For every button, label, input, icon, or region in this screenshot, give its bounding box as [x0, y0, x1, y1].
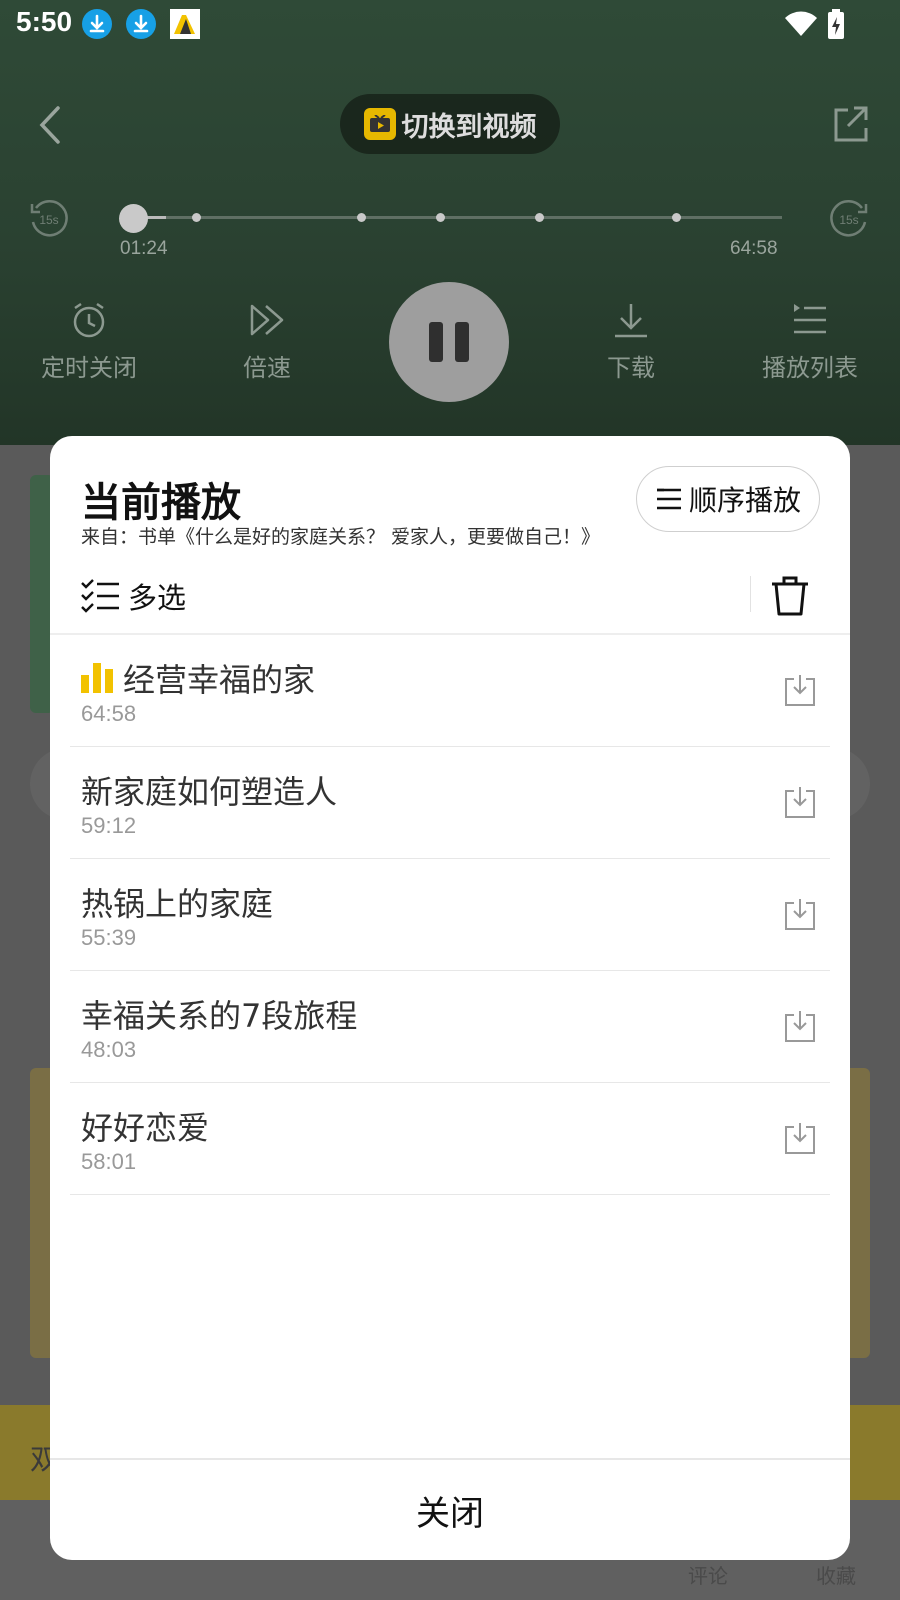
download-icon[interactable]: [783, 897, 817, 931]
now-playing-icon: [81, 663, 113, 693]
close-button[interactable]: 关闭: [50, 1460, 850, 1560]
switch-to-video-button[interactable]: 切换到视频: [340, 94, 560, 154]
chapter-marker: [672, 213, 681, 222]
playlist-source: 来自：书单《什么是好的家庭关系？ 爱家人，更要做自己！》: [81, 526, 601, 548]
comment-label: 评论: [688, 1566, 728, 1588]
download-icon[interactable]: [783, 1009, 817, 1043]
pause-icon: [455, 322, 469, 362]
share-icon[interactable]: [830, 104, 870, 144]
play-order-button[interactable]: 顺序播放: [636, 466, 820, 532]
wifi-icon: [785, 11, 817, 36]
track-duration: 59:12: [81, 813, 137, 838]
sleep-timer-label: 定时关闭: [41, 354, 137, 382]
playlist-sheet: 当前播放 来自：书单《什么是好的家庭关系？ 爱家人，更要做自己！》 顺序播放 多…: [50, 436, 850, 1560]
multi-select-button[interactable]: 多选: [80, 574, 186, 618]
rewind-15s-icon[interactable]: 15s: [26, 196, 72, 242]
play-order-label: 顺序播放: [688, 484, 801, 517]
progress-knob[interactable]: [119, 204, 148, 233]
pause-button[interactable]: [389, 282, 509, 402]
current-time: 01:24: [120, 238, 168, 259]
download-notification-icon: [82, 9, 112, 39]
back-arrow-icon[interactable]: [34, 100, 70, 150]
total-time: 64:58: [730, 238, 778, 259]
playlist-item[interactable]: 幸福关系的7段旅程 48:03: [70, 971, 830, 1083]
chapter-marker: [436, 213, 445, 222]
playlist-label: 播放列表: [762, 354, 858, 382]
playlist-item-title: 经营幸福的家: [81, 655, 315, 701]
status-time: 5:50: [16, 6, 73, 37]
multi-select-label: 多选: [128, 581, 187, 615]
tv-icon: [363, 108, 396, 140]
download-notification-icon: [126, 9, 156, 39]
alarm-clock-icon: [73, 302, 105, 338]
download-icon: [615, 304, 647, 338]
track-title: 热锅上的家庭: [81, 885, 274, 923]
fast-forward-icon: [250, 304, 284, 336]
sleep-timer-button[interactable]: 定时关闭: [19, 300, 159, 383]
track-title: 好好恋爱: [81, 1109, 210, 1147]
download-label: 下载: [607, 354, 655, 382]
forward-15s-icon[interactable]: 15s: [826, 196, 872, 242]
pause-icon: [429, 322, 443, 362]
battery-icon: [828, 9, 844, 39]
chapter-marker: [192, 213, 201, 222]
trash-icon[interactable]: [768, 572, 812, 618]
forward-label: 15s: [839, 213, 858, 227]
switch-to-video-label: 切换到视频: [401, 111, 537, 143]
track-duration: 58:01: [81, 1149, 137, 1174]
track-duration: 64:58: [81, 701, 137, 726]
track-duration: 48:03: [81, 1037, 137, 1062]
playlist-icon: [794, 304, 826, 334]
playlist-item[interactable]: 好好恋爱 58:01: [70, 1083, 830, 1195]
track-title: 经营幸福的家: [123, 661, 316, 699]
app-notification-icon: [170, 9, 200, 39]
progress-track[interactable]: [134, 216, 782, 219]
playlist-item[interactable]: 热锅上的家庭 55:39: [70, 859, 830, 971]
rewind-label: 15s: [39, 213, 58, 227]
track-title: 新家庭如何塑造人: [81, 773, 338, 811]
chapter-marker: [357, 213, 366, 222]
track-duration: 55:39: [81, 925, 137, 950]
download-icon[interactable]: [783, 1121, 817, 1155]
sequential-order-icon: [656, 488, 681, 510]
playlist-item[interactable]: 经营幸福的家 64:58: [70, 635, 830, 747]
playlist-item[interactable]: 新家庭如何塑造人 59:12: [70, 747, 830, 859]
speed-button[interactable]: 倍速: [197, 300, 337, 383]
divider: [750, 576, 751, 612]
status-bar: 5:50: [0, 0, 900, 48]
speed-label: 倍速: [243, 354, 291, 382]
playlist-button[interactable]: 播放列表: [740, 300, 880, 383]
download-icon[interactable]: [783, 673, 817, 707]
chapter-marker: [535, 213, 544, 222]
checklist-icon: [81, 579, 119, 613]
favorite-label: 收藏: [816, 1566, 856, 1588]
track-title: 幸福关系的7段旅程: [81, 997, 358, 1035]
playlist-list: 经营幸福的家 64:58 新家庭如何塑造人 59:12 热锅上的家庭 55:39…: [70, 635, 830, 1195]
download-button[interactable]: 下载: [561, 300, 701, 383]
sheet-title: 当前播放: [81, 480, 241, 526]
download-icon[interactable]: [783, 785, 817, 819]
